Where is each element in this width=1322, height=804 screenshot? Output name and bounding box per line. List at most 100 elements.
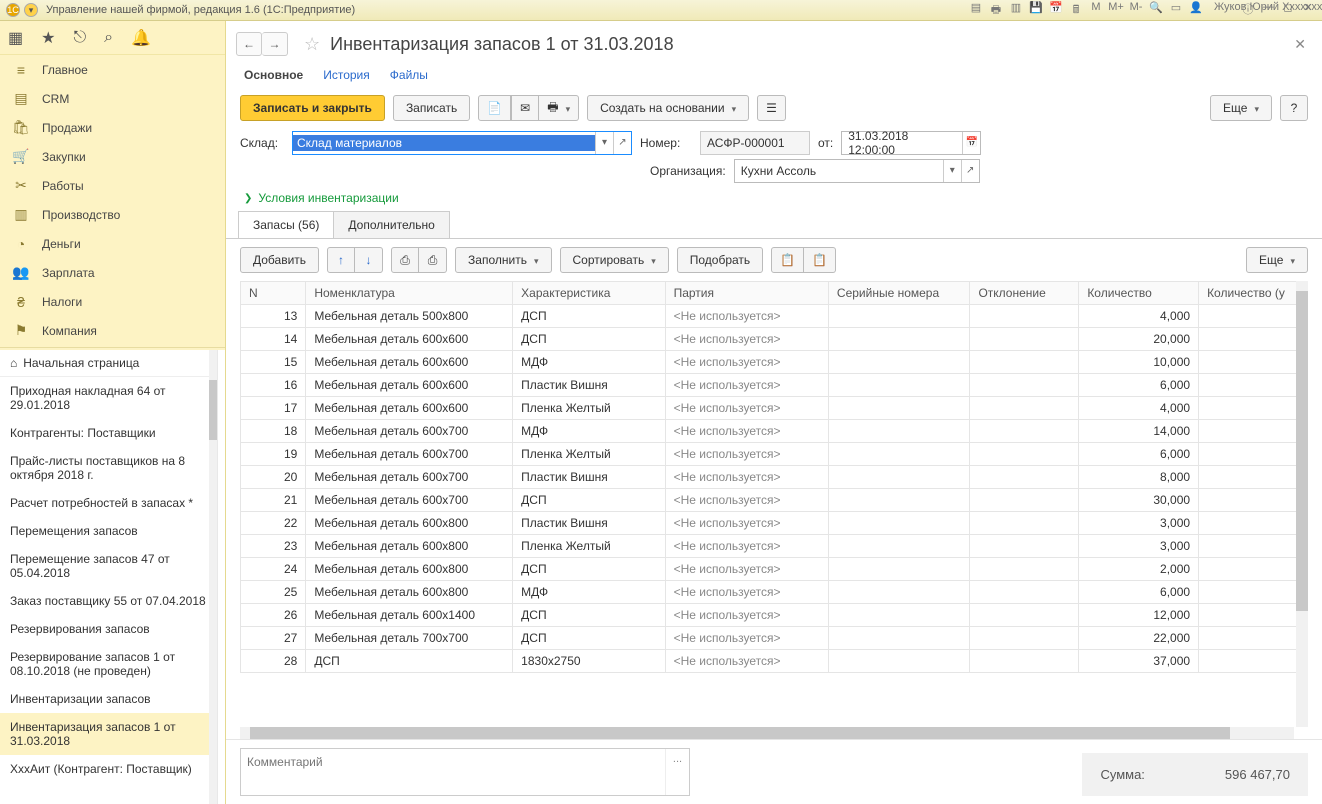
col-qty[interactable]: Количество [1079, 282, 1199, 305]
close-window-icon[interactable]: ✕ [1300, 1, 1316, 20]
inventory-conditions-toggle[interactable]: Условия инвентаризации [226, 185, 1322, 211]
fill-button[interactable]: Заполнить [455, 247, 551, 273]
history-scrollbar[interactable] [209, 350, 217, 804]
dropdown-icon[interactable]: ▾ [943, 160, 961, 182]
table-row[interactable]: 19Мебельная деталь 600х700Пленка Желтый<… [241, 443, 1308, 466]
save-button[interactable]: Записать [393, 95, 470, 121]
forward-button[interactable]: → [262, 32, 288, 56]
col-n[interactable]: N [241, 282, 306, 305]
horizontal-scrollbar[interactable] [240, 727, 1294, 739]
back-button[interactable]: ← [236, 32, 262, 56]
org-field[interactable]: Кухни Ассоль ▾ ↗ [734, 159, 980, 183]
scrollbar-thumb[interactable] [1296, 291, 1308, 611]
paste-button[interactable]: 📋 [804, 247, 836, 273]
mminus-icon[interactable]: M- [1128, 1, 1144, 20]
date-field[interactable]: 31.03.2018 12:00:00 📅 [841, 131, 981, 155]
search-icon[interactable]: ⌕ [104, 29, 113, 47]
history-item[interactable]: Перемещение запасов 47 от 05.04.2018 [0, 545, 217, 587]
pick-button[interactable]: Подобрать [677, 247, 763, 273]
print-button[interactable]: 🖶 [539, 95, 579, 121]
maximize-icon[interactable]: ◻ [1280, 1, 1296, 20]
col-serial[interactable]: Серийные номера [828, 282, 970, 305]
col-party[interactable]: Партия [665, 282, 828, 305]
history-icon[interactable]: ⎋ [73, 29, 86, 47]
table-row[interactable]: 26Мебельная деталь 600х1400ДСП<Не исполь… [241, 604, 1308, 627]
start-page-link[interactable]: ⌂ Начальная страница [0, 350, 217, 377]
nav-item-1[interactable]: ▤CRM [0, 84, 225, 113]
history-item[interactable]: Расчет потребностей в запасах * [0, 489, 217, 517]
subtab-files[interactable]: Файлы [390, 68, 428, 82]
history-item[interactable]: Прайс-листы поставщиков на 8 октября 201… [0, 447, 217, 489]
table-row[interactable]: 15Мебельная деталь 600х600МДФ<Не использ… [241, 351, 1308, 374]
tab-stock[interactable]: Запасы (56) [238, 211, 334, 238]
table-row[interactable]: 25Мебельная деталь 600х800МДФ<Не использ… [241, 581, 1308, 604]
more-button[interactable]: Еще [1210, 95, 1272, 121]
dropdown-icon[interactable]: ▾ [595, 132, 613, 154]
favorites-icon[interactable]: ★ [41, 28, 55, 48]
scrollbar-thumb[interactable] [250, 727, 1230, 739]
nav-item-4[interactable]: ✂Работы [0, 171, 225, 200]
sort-button[interactable]: Сортировать [560, 247, 669, 273]
table-row[interactable]: 14Мебельная деталь 600х600ДСП<Не использ… [241, 328, 1308, 351]
help-button[interactable]: ? [1280, 95, 1308, 121]
user-icon[interactable]: 👤 [1188, 1, 1204, 20]
app-dropdown-icon[interactable]: ▾ [24, 3, 38, 17]
warehouse-field[interactable]: Склад материалов ▾ ↗ [292, 131, 632, 155]
nav-item-0[interactable]: ≡Главное [0, 55, 225, 84]
copy-button[interactable]: 📋 [771, 247, 804, 273]
open-ref-icon[interactable]: ↗ [961, 160, 979, 182]
comment-field[interactable]: ... [240, 748, 690, 796]
mplus-icon[interactable]: M+ [1108, 1, 1124, 20]
comment-edit-icon[interactable]: ... [665, 749, 689, 795]
move-up-button[interactable]: ↑ [327, 247, 355, 273]
table-row[interactable]: 21Мебельная деталь 600х700ДСП<Не использ… [241, 489, 1308, 512]
structure-button[interactable]: ☰ [757, 95, 786, 121]
close-document-icon[interactable]: ✕ [1290, 32, 1310, 57]
window-icon[interactable]: ▭ [1168, 1, 1184, 20]
history-item[interactable]: Резервирование запасов 1 от 08.10.2018 (… [0, 643, 217, 685]
scrollbar-thumb[interactable] [209, 380, 217, 440]
table-row[interactable]: 17Мебельная деталь 600х600Пленка Желтый<… [241, 397, 1308, 420]
table-row[interactable]: 28ДСП1830х2750<Не используется>37,000 [241, 650, 1308, 673]
add-row-button[interactable]: Добавить [240, 247, 319, 273]
calendar-picker-icon[interactable]: 📅 [962, 132, 980, 154]
history-item[interactable]: ХххАит (Контрагент: Поставщик) [0, 755, 217, 783]
apps-icon[interactable]: ▦ [8, 28, 23, 48]
zoom-icon[interactable]: 🔍 [1148, 1, 1164, 20]
history-item[interactable]: Заказ поставщику 55 от 07.04.2018 [0, 587, 217, 615]
comment-textarea[interactable] [241, 749, 665, 795]
table-row[interactable]: 24Мебельная деталь 600х800ДСП<Не использ… [241, 558, 1308, 581]
history-item[interactable]: Приходная накладная 64 от 29.01.2018 [0, 377, 217, 419]
nav-item-6[interactable]: ◔Деньги [0, 229, 225, 258]
table-row[interactable]: 13Мебельная деталь 500х800ДСП<Не использ… [241, 305, 1308, 328]
col-char[interactable]: Характеристика [513, 282, 665, 305]
nav-item-8[interactable]: ₴Налоги [0, 287, 225, 316]
nav-item-7[interactable]: 👥Зарплата [0, 258, 225, 287]
calc-icon[interactable]: 🖩 [1068, 1, 1084, 20]
subtab-main[interactable]: Основное [244, 68, 303, 82]
nav-item-2[interactable]: 🛍Продажи [0, 113, 225, 142]
table-row[interactable]: 20Мебельная деталь 600х700Пластик Вишня<… [241, 466, 1308, 489]
move-down-button[interactable]: ↓ [355, 247, 383, 273]
data-grid-scroll[interactable]: N Номенклатура Характеристика Партия Сер… [240, 281, 1308, 739]
vertical-scrollbar[interactable] [1296, 281, 1308, 727]
barcode2-button[interactable]: ⎙ [419, 247, 447, 273]
app-menu-icon[interactable]: 1С [6, 3, 20, 17]
history-item[interactable]: Инвентаризация запасов 1 от 31.03.2018 [0, 713, 217, 755]
nav-item-5[interactable]: ▥Производство [0, 200, 225, 229]
mail-button[interactable]: ✉ [511, 95, 539, 121]
m-icon[interactable]: M [1088, 1, 1104, 20]
print-icon[interactable]: 🖶 [988, 1, 1004, 20]
tab-extra[interactable]: Дополнительно [333, 211, 449, 238]
create-based-button[interactable]: Создать на основании [587, 95, 749, 121]
save-close-button[interactable]: Записать и закрыть [240, 95, 385, 121]
history-item[interactable]: Инвентаризации запасов [0, 685, 217, 713]
table-row[interactable]: 27Мебельная деталь 700х700ДСП<Не использ… [241, 627, 1308, 650]
doc-icon[interactable]: ▥ [1008, 1, 1024, 20]
notifications-icon[interactable]: 🔔 [131, 28, 151, 48]
table-row[interactable]: 23Мебельная деталь 600х800Пленка Желтый<… [241, 535, 1308, 558]
nav-item-9[interactable]: ⚑Компания [0, 316, 225, 345]
info-icon[interactable]: ⓘ [1240, 1, 1256, 20]
col-nom[interactable]: Номенклатура [306, 282, 513, 305]
post-doc-button[interactable]: 📄 [478, 95, 511, 121]
